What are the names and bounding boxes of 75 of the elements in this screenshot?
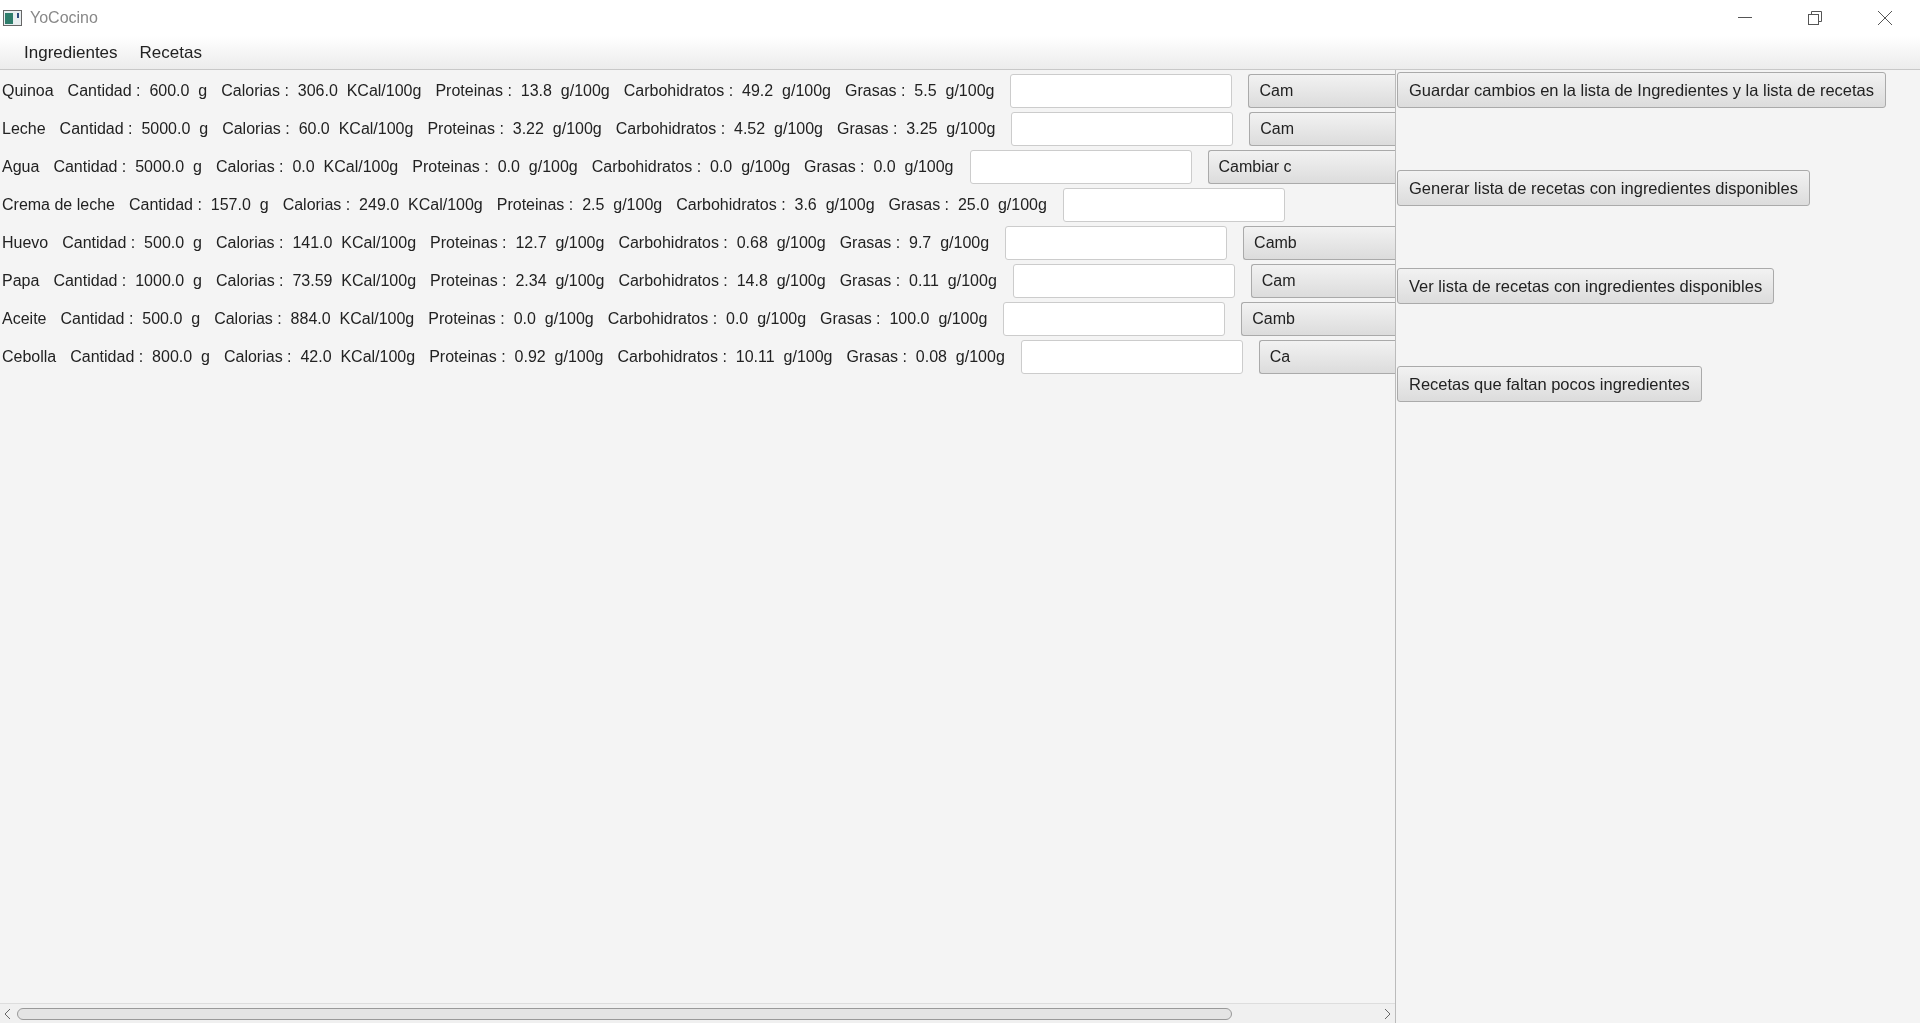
nutrient-label: Cantidad : 600.0 g [67, 81, 208, 101]
change-button[interactable]: Cam [1249, 112, 1395, 146]
change-button[interactable]: Camb [1243, 226, 1395, 260]
quantity-field[interactable] [1010, 74, 1233, 108]
menu-item[interactable]: Ingredientes [14, 39, 128, 66]
nutrient-label: Calorias : 42.0 KCal/100g [223, 347, 416, 367]
nutrient-label: Calorias : 884.0 KCal/100g [214, 309, 415, 329]
ingredient-name: Leche [2, 119, 46, 139]
nutrient-label: Calorias : 249.0 KCal/100g [282, 195, 483, 215]
nutrient-label: Proteinas : 2.5 g/100g [496, 195, 663, 215]
change-button[interactable]: Cambiar c [1207, 150, 1395, 184]
scroll-right-icon[interactable] [1384, 1007, 1392, 1020]
nutrient-label: Calorias : 141.0 KCal/100g [215, 233, 417, 253]
nutrient-label: Grasas : 0.08 g/100g [846, 347, 1005, 367]
nutrient-label: Grasas : 3.25 g/100g [836, 119, 996, 139]
nutrient-label: Grasas : 100.0 g/100g [820, 309, 988, 329]
nutrient-label: Proteinas : 2.34 g/100g [430, 271, 605, 291]
nutrient-label: Calorias : 306.0 KCal/100g [221, 81, 422, 101]
nutrient-label: Calorias : 0.0 KCal/100g [215, 157, 399, 177]
quantity-field[interactable] [1020, 340, 1243, 374]
nutrient-label: Grasas : 0.0 g/100g [804, 157, 954, 177]
nutrient-label: Proteinas : 0.0 g/100g [412, 157, 578, 177]
action-button[interactable]: Guardar cambios en la lista de Ingredientes y la lista de recetas [1397, 72, 1886, 108]
action-button[interactable]: Recetas que faltan pocos ingredientes [1397, 366, 1702, 402]
nutrient-label: Proteinas : 0.0 g/100g [428, 309, 594, 329]
ingredient-name: Quinoa [2, 81, 54, 101]
horizontal-scrollbar[interactable] [0, 1003, 1395, 1023]
nutrient-label: Cantidad : 500.0 g [60, 309, 201, 329]
nutrient-label: Grasas : 5.5 g/100g [845, 81, 995, 101]
quantity-field[interactable] [1062, 188, 1285, 222]
change-button[interactable]: Cam [1248, 74, 1395, 108]
nutrient-label: Calorias : 60.0 KCal/100g [222, 119, 414, 139]
change-button[interactable]: Cam [1250, 264, 1395, 298]
nutrient-label: Carbohidratos : 49.2 g/100g [623, 81, 831, 101]
quantity-field[interactable] [1005, 226, 1228, 260]
nutrient-label: Grasas : 0.11 g/100g [839, 271, 997, 291]
scrollbar-thumb[interactable] [17, 1007, 1232, 1020]
ingredient-name: Papa [2, 271, 40, 291]
change-button[interactable]: Camb [1241, 302, 1395, 336]
nutrient-label: Cantidad : 157.0 g [128, 195, 269, 215]
nutrient-label: Carbohidratos : 3.6 g/100g [676, 195, 875, 215]
menu-item[interactable]: Recetas [129, 39, 212, 66]
scroll-left-icon[interactable] [3, 1007, 11, 1020]
nutrient-label: Proteinas : 0.92 g/100g [429, 347, 604, 367]
nutrient-label: Cantidad : 1000.0 g [53, 271, 202, 291]
nutrient-label: Carbohidratos : 0.0 g/100g [607, 309, 807, 329]
nutrient-label: Carbohidratos : 4.52 g/100g [615, 119, 823, 139]
ingredient-name: Agua [2, 157, 40, 177]
nutrient-label: Grasas : 9.7 g/100g [839, 233, 990, 253]
nutrient-label: Carbohidratos : 14.8 g/100g [618, 271, 826, 291]
quantity-field[interactable] [1012, 264, 1235, 298]
nutrient-label: Proteinas : 3.22 g/100g [427, 119, 602, 139]
nutrient-label: Grasas : 25.0 g/100g [888, 195, 1047, 215]
nutrient-label: Cantidad : 500.0 g [62, 233, 202, 253]
quantity-field[interactable] [1003, 302, 1226, 336]
nutrient-label: Proteinas : 13.8 g/100g [435, 81, 610, 101]
app-icon [3, 10, 22, 26]
nutrient-label: Carbohidratos : 0.0 g/100g [591, 157, 791, 177]
nutrient-label: Cantidad : 5000.0 g [53, 157, 202, 177]
nutrient-label: Carbohidratos : 0.68 g/100g [618, 233, 826, 253]
nutrient-label: Cantidad : 800.0 g [70, 347, 210, 367]
nutrient-label: Cantidad : 5000.0 g [59, 119, 209, 139]
ingredient-name: Cebolla [2, 347, 57, 367]
quantity-field[interactable] [1011, 112, 1234, 146]
change-button[interactable]: Ca [1258, 340, 1395, 374]
nutrient-label: Proteinas : 12.7 g/100g [430, 233, 605, 253]
ingredient-name: Huevo [2, 233, 49, 253]
quantity-field[interactable] [969, 150, 1192, 184]
nutrient-label: Calorias : 73.59 KCal/100g [215, 271, 417, 291]
action-button[interactable]: Generar lista de recetas con ingredientes disponibles [1397, 170, 1810, 206]
window-title: YoCocino [30, 8, 98, 28]
nutrient-label: Carbohidratos : 10.11 g/100g [617, 347, 833, 367]
action-button[interactable]: Ver lista de recetas con ingredientes disponibles [1397, 268, 1775, 304]
ingredient-name: Aceite [2, 309, 47, 329]
ingredient-name: Crema de leche [2, 195, 115, 215]
